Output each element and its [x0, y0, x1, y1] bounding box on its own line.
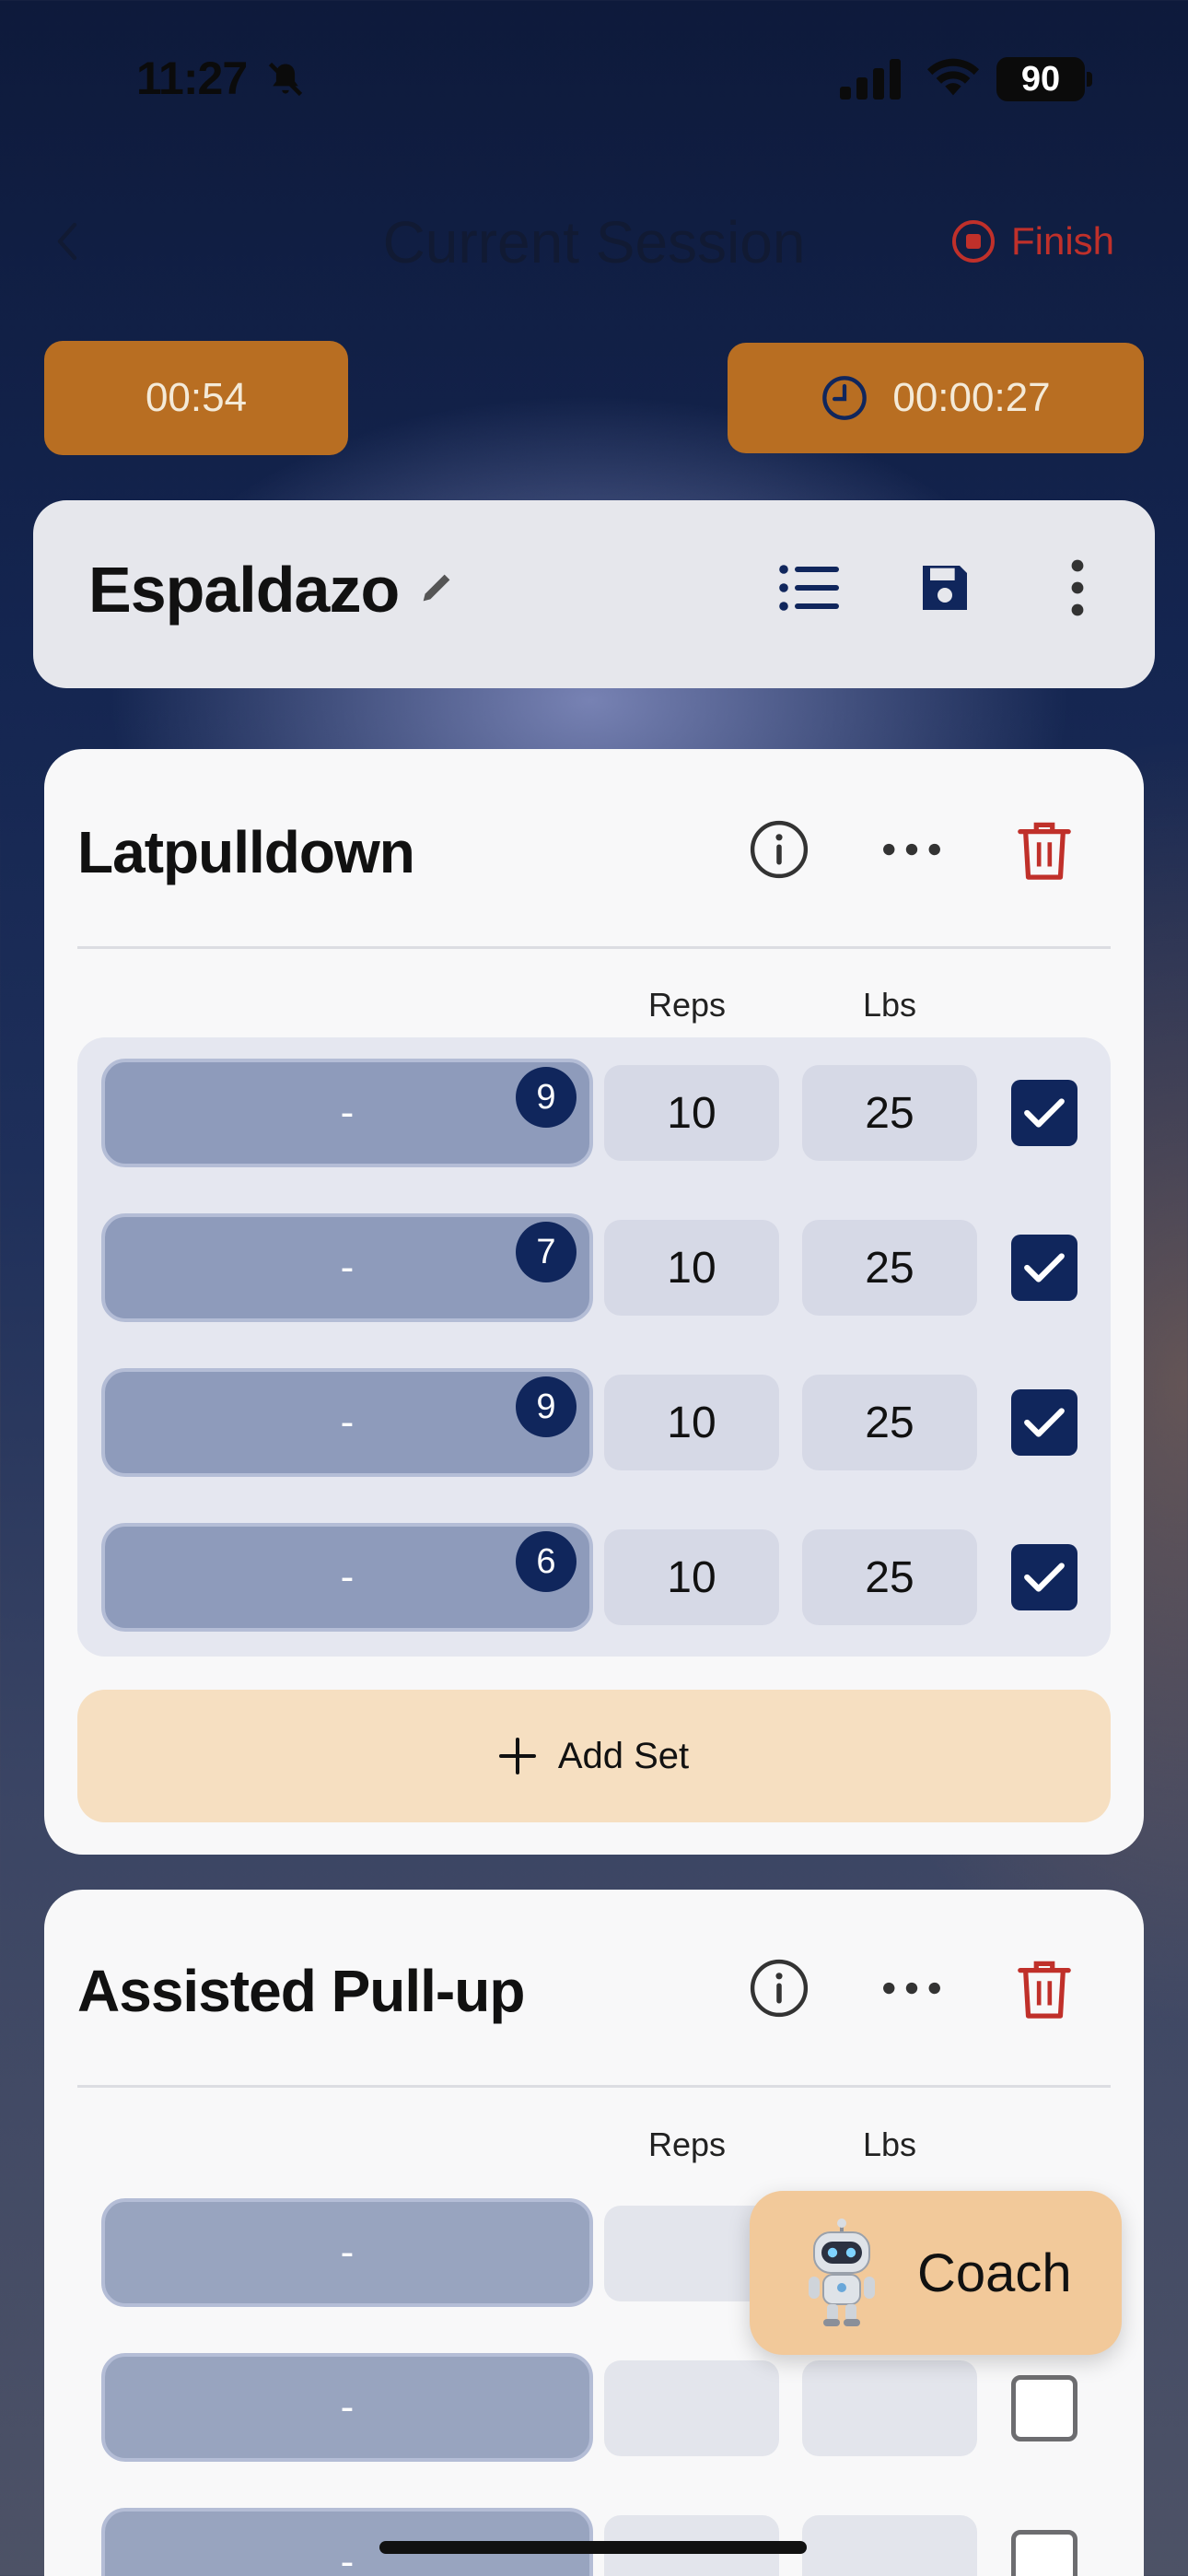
- weight-input[interactable]: 25: [802, 1529, 977, 1625]
- save-icon[interactable]: [915, 558, 974, 617]
- column-header-reps: Reps: [647, 2125, 727, 2163]
- set-complete-checkbox[interactable]: [1011, 2375, 1077, 2441]
- weight-input[interactable]: 25: [802, 1375, 977, 1470]
- edit-pencil-icon[interactable]: [416, 566, 459, 608]
- previous-value: -: [340, 1090, 355, 1135]
- rpe-badge[interactable]: 9: [516, 1376, 577, 1437]
- set-complete-checkbox[interactable]: [1011, 1389, 1077, 1456]
- session-timer[interactable]: 00:00:27: [728, 343, 1144, 453]
- previous-value: -: [340, 2230, 355, 2275]
- rpe-badge[interactable]: 7: [516, 1222, 577, 1282]
- more-horizontal-icon[interactable]: [881, 1974, 942, 2002]
- reps-input[interactable]: 10: [604, 1220, 779, 1316]
- coach-button[interactable]: Coach: [750, 2191, 1122, 2355]
- column-header-lbs: Lbs: [862, 986, 917, 1024]
- finish-label: Finish: [1011, 219, 1115, 263]
- weight-input[interactable]: [802, 2515, 977, 2576]
- divider: [77, 2085, 1111, 2088]
- column-header-reps: Reps: [647, 986, 727, 1024]
- workout-name: Espaldazo: [88, 554, 400, 626]
- divider: [77, 946, 1111, 949]
- reps-input[interactable]: 10: [604, 1529, 779, 1625]
- rpe-badge[interactable]: 9: [516, 1067, 577, 1128]
- cellular-signal-icon: [840, 59, 901, 100]
- info-icon[interactable]: [749, 819, 809, 880]
- rest-timer[interactable]: 00:54: [44, 341, 348, 455]
- session-timer-value: 00:00:27: [892, 375, 1051, 420]
- checkmark-icon: [1024, 1563, 1065, 1592]
- plus-icon: [498, 1738, 536, 1774]
- previous-value: -: [340, 1554, 355, 1599]
- previous-set-field[interactable]: -: [101, 2198, 593, 2307]
- weight-input[interactable]: 25: [802, 1065, 977, 1161]
- exercise-title: Latpulldown: [77, 819, 415, 885]
- clock-icon: [822, 376, 868, 420]
- more-horizontal-icon[interactable]: [881, 836, 942, 863]
- coach-label: Coach: [917, 2242, 1072, 2303]
- exercise-title: Assisted Pull-up: [77, 1958, 525, 2024]
- previous-value: -: [340, 2384, 355, 2430]
- bell-muted-icon: [268, 62, 303, 97]
- checkmark-icon: [1024, 1408, 1065, 1437]
- add-set-button[interactable]: Add Set: [77, 1690, 1111, 1822]
- reps-input[interactable]: 10: [604, 1065, 779, 1161]
- status-time: 11:27: [136, 53, 248, 104]
- previous-value: -: [340, 1245, 355, 1290]
- reps-input[interactable]: 10: [604, 1375, 779, 1470]
- set-complete-checkbox[interactable]: [1011, 1080, 1077, 1146]
- home-indicator[interactable]: [379, 2541, 807, 2554]
- finish-button[interactable]: Finish: [952, 214, 1114, 269]
- set-complete-checkbox[interactable]: [1011, 2530, 1077, 2576]
- add-set-label: Add Set: [557, 1735, 690, 1776]
- trash-icon[interactable]: [1015, 818, 1074, 883]
- weight-input[interactable]: 25: [802, 1220, 977, 1316]
- trash-icon[interactable]: [1015, 1957, 1074, 2021]
- rpe-badge[interactable]: 6: [516, 1531, 577, 1592]
- checkmark-icon: [1024, 1253, 1065, 1282]
- previous-value: -: [340, 1399, 355, 1445]
- info-icon[interactable]: [749, 1958, 809, 2019]
- reps-input[interactable]: [604, 2360, 779, 2456]
- set-complete-checkbox[interactable]: [1011, 1235, 1077, 1301]
- battery-indicator: 90: [996, 57, 1092, 101]
- wifi-icon: [926, 58, 980, 96]
- checkmark-icon: [1024, 1098, 1065, 1128]
- rest-timer-value: 00:54: [145, 375, 248, 420]
- previous-value: -: [340, 2539, 355, 2576]
- set-complete-checkbox[interactable]: [1011, 1544, 1077, 1610]
- column-header-lbs: Lbs: [862, 2125, 917, 2163]
- more-vertical-icon[interactable]: [1059, 558, 1096, 617]
- weight-input[interactable]: [802, 2360, 977, 2456]
- stop-icon: [952, 220, 995, 263]
- robot-icon: [809, 2219, 875, 2326]
- previous-set-field[interactable]: -: [101, 2353, 593, 2462]
- list-icon[interactable]: [778, 562, 841, 614]
